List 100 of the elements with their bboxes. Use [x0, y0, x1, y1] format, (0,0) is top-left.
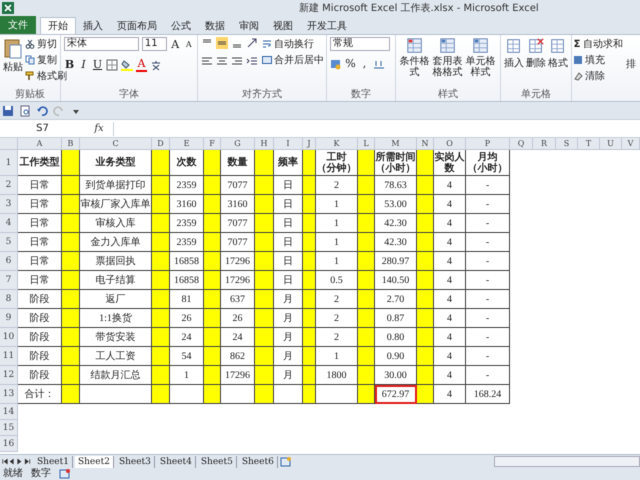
- column-header[interactable]: F: [204, 138, 221, 150]
- ribbon-tab[interactable]: 公式: [164, 17, 198, 34]
- name-box[interactable]: S7: [0, 122, 85, 136]
- row-header[interactable]: 12: [0, 366, 18, 385]
- style-button[interactable]: 套用表格格式: [432, 37, 463, 78]
- currency-icon[interactable]: [330, 58, 342, 70]
- group-label: 对齐方式: [241, 89, 283, 101]
- group-label: 剪贴板: [14, 89, 46, 101]
- style-button[interactable]: 条件格式: [399, 37, 430, 78]
- column-header[interactable]: M: [375, 138, 417, 150]
- orientation-icon[interactable]: [246, 37, 258, 49]
- column-header[interactable]: C: [80, 138, 152, 150]
- underline-button[interactable]: U: [92, 58, 103, 71]
- row-header[interactable]: 11: [0, 347, 18, 366]
- column-header[interactable]: H: [255, 138, 274, 150]
- font-color-button[interactable]: A: [136, 57, 147, 72]
- ribbon-tab[interactable]: 开始: [40, 17, 76, 34]
- row-header[interactable]: 4: [0, 214, 18, 233]
- print-preview-icon[interactable]: [19, 104, 31, 116]
- indent-icon[interactable]: [246, 55, 258, 67]
- macro-record-icon[interactable]: [59, 468, 71, 480]
- align-right-icon[interactable]: [231, 55, 243, 67]
- ribbon-tab[interactable]: 插入: [76, 17, 110, 34]
- row-header[interactable]: 3: [0, 195, 18, 214]
- font-size-field[interactable]: 11: [142, 37, 167, 51]
- new-sheet-icon[interactable]: [280, 456, 292, 468]
- ribbon-tab[interactable]: 视图: [266, 17, 300, 34]
- column-header[interactable]: B: [62, 138, 80, 150]
- save-icon[interactable]: [2, 104, 14, 116]
- column-header[interactable]: G: [221, 138, 255, 150]
- ribbon-tab[interactable]: 审阅: [232, 17, 266, 34]
- number-format-field[interactable]: 常规: [330, 37, 390, 51]
- comma-button[interactable]: ,: [359, 57, 370, 70]
- align-left-icon[interactable]: [201, 55, 213, 67]
- column-header[interactable]: E: [170, 138, 204, 150]
- cell-button[interactable]: 插入: [504, 37, 524, 70]
- column-header[interactable]: N: [417, 138, 434, 150]
- merge-center-button[interactable]: 合并后居中: [262, 53, 324, 67]
- group-label: 数字: [350, 89, 372, 101]
- column-header[interactable]: A: [18, 138, 62, 150]
- shrink-font-button[interactable]: A: [183, 40, 194, 48]
- function-label[interactable]: fx: [85, 123, 113, 134]
- grow-font-button[interactable]: A: [170, 38, 180, 50]
- cell-button[interactable]: 格式: [548, 37, 568, 70]
- bold-button[interactable]: B: [64, 58, 75, 71]
- row-header[interactable]: 10: [0, 328, 18, 347]
- spacer-cell: [204, 176, 221, 195]
- column-header[interactable]: I: [274, 138, 303, 150]
- row-header[interactable]: 2: [0, 176, 18, 195]
- column-header[interactable]: T: [578, 138, 600, 150]
- autosum-button[interactable]: Σ 自动求和: [573, 37, 623, 51]
- row-header[interactable]: 5: [0, 233, 18, 252]
- row-header[interactable]: 15: [0, 420, 18, 436]
- paste-button[interactable]: 粘贴: [3, 37, 23, 74]
- align-center-icon[interactable]: [216, 55, 228, 67]
- horizontal-scrollbar[interactable]: [494, 456, 640, 467]
- sheet-nav-icon[interactable]: [2, 458, 32, 465]
- column-header[interactable]: L: [358, 138, 375, 150]
- italic-button[interactable]: I: [78, 58, 89, 71]
- column-header[interactable]: V: [622, 138, 640, 150]
- row-header[interactable]: 16: [0, 436, 18, 452]
- font-name-field[interactable]: 宋体: [64, 37, 139, 51]
- row-header[interactable]: 6: [0, 252, 18, 271]
- column-header[interactable]: K: [316, 138, 358, 150]
- fill-button[interactable]: 填充: [573, 53, 623, 67]
- clear-button[interactable]: 清除: [573, 69, 623, 83]
- column-header[interactable]: S: [556, 138, 578, 150]
- cell-button[interactable]: 删除: [526, 37, 546, 70]
- spacer-cell: [255, 309, 274, 328]
- sheet-tab[interactable]: Sheet2: [74, 456, 114, 468]
- column-header[interactable]: R: [533, 138, 556, 150]
- cut-button[interactable]: 剪切: [25, 37, 67, 51]
- sort-filter-label: 排: [626, 58, 636, 72]
- spacer-cell: [255, 271, 274, 290]
- file-tab[interactable]: 文件: [0, 16, 36, 34]
- row-header[interactable]: 13: [0, 385, 18, 404]
- border-icon[interactable]: [106, 58, 118, 70]
- percent-button[interactable]: %: [345, 57, 356, 70]
- phonetic-icon[interactable]: [150, 58, 162, 70]
- ribbon-tab[interactable]: 开发工具: [300, 17, 354, 34]
- undo-icon[interactable]: [36, 104, 48, 116]
- row-header[interactable]: 14: [0, 404, 18, 420]
- format-painter-button[interactable]: 格式刷: [25, 69, 67, 83]
- row-header[interactable]: 8: [0, 290, 18, 309]
- fill-color-icon[interactable]: [121, 58, 133, 70]
- column-header[interactable]: Q: [510, 138, 533, 150]
- style-button[interactable]: 单元格样式: [465, 37, 496, 78]
- ribbon-tab[interactable]: 页面布局: [110, 17, 164, 34]
- column-header[interactable]: U: [600, 138, 622, 150]
- row-header[interactable]: 1: [0, 150, 18, 176]
- column-header[interactable]: P: [466, 138, 510, 150]
- ribbon-tab[interactable]: 数据: [198, 17, 232, 34]
- wrap-text-button[interactable]: 自动换行: [262, 37, 324, 51]
- column-header[interactable]: J: [303, 138, 316, 150]
- row-header[interactable]: 9: [0, 309, 18, 328]
- row-header[interactable]: 7: [0, 271, 18, 290]
- spacer-cell: [303, 385, 316, 404]
- column-header[interactable]: D: [152, 138, 170, 150]
- column-header[interactable]: O: [434, 138, 466, 150]
- align-middle-icon[interactable]: [216, 37, 228, 49]
